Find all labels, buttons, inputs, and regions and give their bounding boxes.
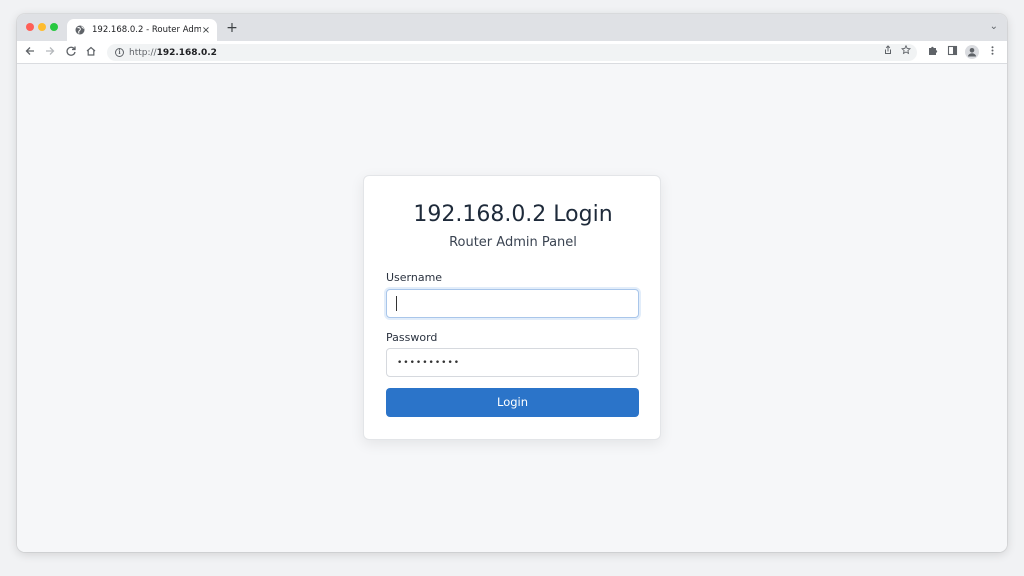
login-title: 192.168.0.2 Login bbox=[413, 202, 613, 227]
forward-icon[interactable] bbox=[43, 45, 57, 59]
browser-window: 192.168.0.2 - Router Admin × + ⌄ i http:… bbox=[17, 14, 1007, 552]
maximize-window-button[interactable] bbox=[50, 23, 58, 31]
login-card: 192.168.0.2 Login Router Admin Panel Use… bbox=[363, 175, 661, 440]
share-icon[interactable] bbox=[881, 44, 895, 61]
bookmark-star-icon[interactable] bbox=[899, 44, 913, 61]
browser-menu-icon[interactable] bbox=[985, 45, 999, 59]
password-input[interactable] bbox=[386, 348, 639, 377]
tab-title: 192.168.0.2 - Router Admin bbox=[92, 25, 201, 35]
login-subtitle: Router Admin Panel bbox=[449, 235, 577, 250]
back-icon[interactable] bbox=[23, 45, 37, 59]
home-icon[interactable] bbox=[84, 45, 98, 59]
page-content: 192.168.0.2 Login Router Admin Panel Use… bbox=[17, 64, 1007, 552]
url-scheme: http:// bbox=[129, 47, 157, 58]
address-bar[interactable]: i http:// 192.168.0.2 bbox=[107, 44, 917, 61]
side-panel-icon[interactable] bbox=[945, 45, 959, 59]
minimize-window-button[interactable] bbox=[38, 23, 46, 31]
tab-search-icon[interactable]: ⌄ bbox=[990, 21, 998, 32]
close-window-button[interactable] bbox=[26, 23, 34, 31]
username-label: Username bbox=[386, 271, 443, 284]
password-label: Password bbox=[386, 331, 438, 344]
url-host: 192.168.0.2 bbox=[156, 47, 217, 58]
browser-tab[interactable]: 192.168.0.2 - Router Admin × bbox=[67, 19, 217, 41]
browser-toolbar: i http:// 192.168.0.2 bbox=[17, 41, 1007, 64]
reload-icon[interactable] bbox=[64, 45, 78, 59]
login-button[interactable]: Login bbox=[386, 388, 639, 417]
username-input[interactable] bbox=[386, 289, 639, 318]
new-tab-button[interactable]: + bbox=[225, 20, 239, 36]
globe-icon bbox=[75, 25, 85, 35]
text-caret bbox=[396, 296, 397, 311]
profile-avatar-icon[interactable] bbox=[965, 45, 979, 59]
extensions-puzzle-icon[interactable] bbox=[925, 45, 939, 59]
close-tab-icon[interactable]: × bbox=[201, 25, 211, 36]
tab-strip: 192.168.0.2 - Router Admin × + ⌄ bbox=[17, 14, 1007, 41]
site-info-icon[interactable]: i bbox=[115, 48, 124, 57]
